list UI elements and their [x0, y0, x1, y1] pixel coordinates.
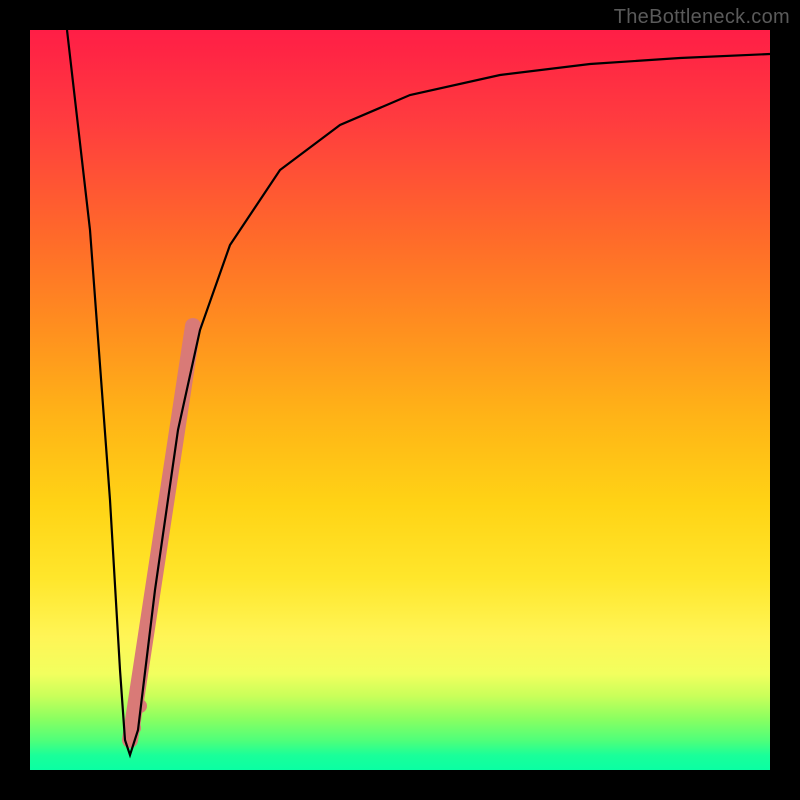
curve-layer — [30, 30, 770, 770]
chart-frame: TheBottleneck.com — [0, 0, 800, 800]
watermark-text: TheBottleneck.com — [614, 6, 790, 29]
plot-area — [30, 30, 770, 770]
bottleneck-curve — [67, 30, 770, 755]
highlight-segment — [127, 326, 193, 740]
